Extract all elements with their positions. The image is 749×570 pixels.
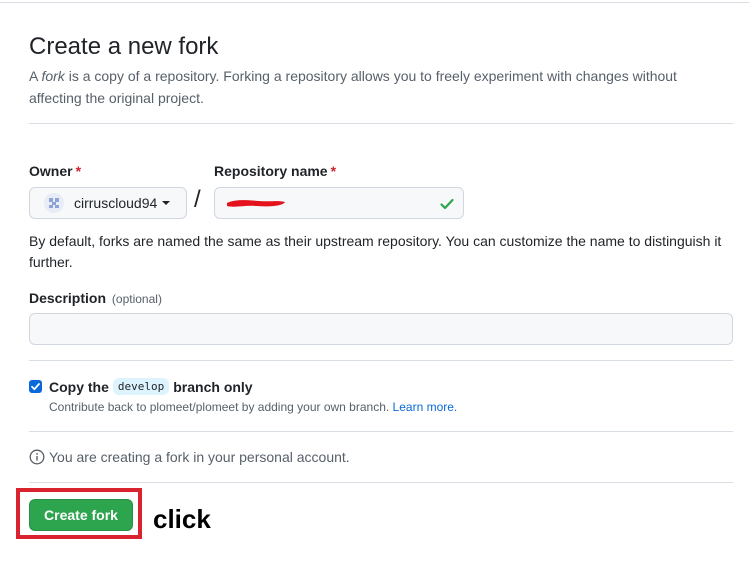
repository-name-label: Repository name * [214, 163, 337, 179]
account-info: You are creating a fork in your personal… [29, 449, 350, 465]
avatar [44, 193, 64, 213]
top-divider [0, 2, 749, 3]
caret-down-icon [162, 201, 171, 205]
owner-value: cirruscloud94 [74, 195, 158, 211]
section-divider [29, 431, 733, 432]
click-annotation: click [153, 504, 211, 534]
copy-branch-label: Copy the develop branch only [49, 378, 253, 395]
check-icon [440, 198, 454, 210]
section-divider [29, 360, 733, 361]
fork-name-hint: By default, forks are named the same as … [29, 233, 722, 270]
repository-name-input[interactable] [214, 187, 464, 219]
page-title: Create a new fork [29, 33, 219, 60]
description-label: Description (optional) [29, 290, 162, 306]
redaction-mark [227, 200, 285, 207]
copy-branch-option: Copy the develop branch only [29, 378, 253, 395]
checkmark-icon [31, 383, 40, 391]
required-mark: * [330, 163, 337, 179]
create-fork-button[interactable]: Create fork [29, 499, 133, 531]
page-subtitle: A fork is a copy of a repository. Forkin… [29, 68, 677, 106]
owner-select[interactable]: cirruscloud94 [29, 187, 187, 219]
section-divider [29, 482, 733, 483]
copy-branch-checkbox[interactable] [29, 380, 42, 393]
branch-name-tag: develop [112, 378, 170, 395]
path-separator: / [194, 186, 201, 213]
required-mark: * [75, 163, 82, 179]
section-divider [29, 123, 733, 124]
optional-tag: (optional) [111, 292, 162, 306]
description-input[interactable] [29, 313, 733, 345]
owner-label: Owner * [29, 163, 82, 179]
info-icon [29, 449, 45, 465]
copy-branch-note: Contribute back to plomeet/plomeet by ad… [49, 400, 458, 414]
learn-more-link[interactable]: Learn more. [393, 400, 458, 414]
